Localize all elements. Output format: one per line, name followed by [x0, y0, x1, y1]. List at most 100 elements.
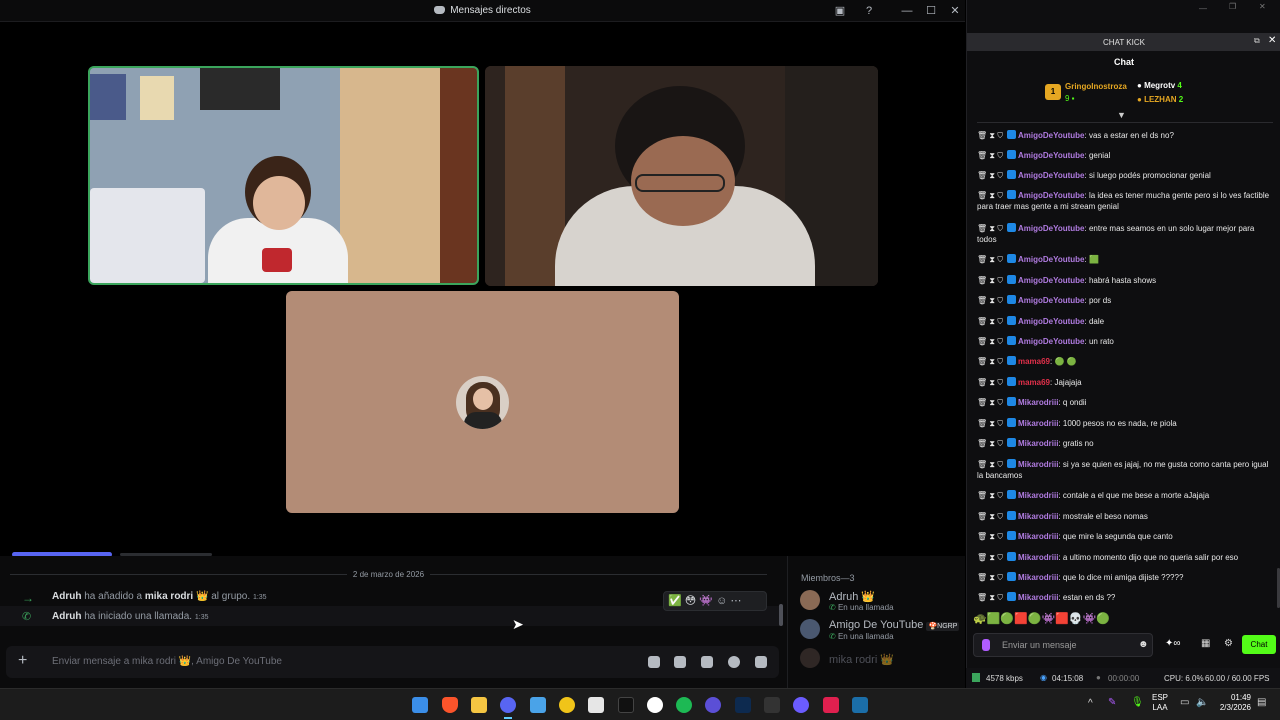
chat-username[interactable]: AmigoDeYoutube	[1018, 255, 1085, 264]
close-icon[interactable]: ✕	[1259, 2, 1266, 11]
photos-icon[interactable]	[530, 697, 546, 713]
chat-username[interactable]: mama69	[1018, 357, 1050, 366]
video-tile-adruh[interactable]	[88, 66, 479, 285]
clock[interactable]: 01:49 2/3/2026	[1215, 693, 1251, 713]
collapse-icon[interactable]: ▼	[1117, 110, 1126, 120]
close-button[interactable]: ✕	[947, 3, 963, 19]
kick-message-input[interactable]: Enviar un mensaje ☻	[973, 633, 1153, 657]
member-name-amigo[interactable]: Amigo De YouTube 🍄NGRP	[829, 619, 960, 631]
avatar[interactable]	[800, 648, 820, 668]
message-input-placeholder[interactable]: Enviar mensaje a mika rodri 👑, Amigo De …	[52, 656, 282, 667]
chat-username[interactable]: Mikarodriii	[1018, 593, 1058, 602]
leader-2-name[interactable]: Megrotv	[1144, 81, 1175, 90]
chat-username[interactable]: AmigoDeYoutube	[1018, 224, 1085, 233]
avatar[interactable]	[800, 619, 820, 639]
chat-send-button[interactable]: Chat	[1242, 635, 1276, 654]
chat-username[interactable]: Mikarodriii	[1018, 398, 1058, 407]
tray-chevron-icon[interactable]: ^	[1088, 698, 1093, 709]
app-yellow-icon[interactable]	[559, 697, 575, 713]
tiktok-icon[interactable]	[618, 697, 634, 713]
screen-share-icon[interactable]: ▣	[832, 3, 848, 19]
mic-icon[interactable]	[982, 639, 990, 651]
help-icon[interactable]: ?	[861, 3, 877, 19]
spotify-icon[interactable]	[676, 697, 692, 713]
network-icon[interactable]: ▭	[1180, 697, 1189, 708]
app-box-icon[interactable]	[764, 697, 780, 713]
chrome-icon[interactable]	[647, 697, 663, 713]
chat-username[interactable]: AmigoDeYoutube	[1018, 296, 1085, 305]
reaction-alien[interactable]: 👾	[699, 595, 713, 607]
obs-icon[interactable]	[705, 697, 721, 713]
tray-pen-icon[interactable]: ✎	[1108, 697, 1116, 708]
gif-icon[interactable]	[674, 656, 686, 668]
chat-username[interactable]: Mikarodriii	[1018, 439, 1058, 448]
attach-plus-icon[interactable]: +	[18, 652, 27, 670]
member-name[interactable]: mika rodri	[829, 654, 877, 666]
chat-username[interactable]: AmigoDeYoutube	[1018, 317, 1085, 326]
start-windows-icon[interactable]	[412, 697, 428, 713]
chat-username[interactable]: AmigoDeYoutube	[1018, 276, 1085, 285]
language-indicator[interactable]: ESP LAA	[1152, 693, 1168, 713]
chat-username[interactable]: Mikarodriii	[1018, 460, 1058, 469]
add-reaction-icon[interactable]: ☺	[716, 595, 727, 607]
message-box[interactable]: + Enviar mensaje a mika rodri 👑, Amigo D…	[6, 646, 779, 678]
capcut-icon[interactable]	[588, 697, 604, 713]
leader-3-name[interactable]: LEZHAN	[1144, 95, 1176, 104]
volume-icon[interactable]: 🔈	[1196, 697, 1208, 708]
member-name[interactable]: Adruh	[829, 591, 858, 603]
store-icon[interactable]: ▦	[1201, 638, 1210, 649]
chat-username[interactable]: AmigoDeYoutube	[1018, 171, 1085, 180]
member-name[interactable]: Amigo De YouTube	[829, 619, 923, 631]
minimize-button[interactable]: —	[899, 3, 915, 19]
minimize-icon[interactable]: —	[1199, 4, 1207, 13]
member-name-mika[interactable]: mika rodri 👑	[829, 653, 894, 666]
sticker-icon[interactable]	[701, 656, 713, 668]
restore-icon[interactable]: ❐	[1229, 2, 1236, 11]
emoji-icon[interactable]: ☻	[1138, 639, 1149, 650]
leader-2[interactable]: ● Megrotv 4	[1137, 81, 1182, 90]
reaction-check[interactable]: ✅	[668, 595, 682, 607]
chat-username[interactable]: AmigoDeYoutube	[1018, 151, 1085, 160]
chat-username[interactable]: mama69	[1018, 378, 1050, 387]
steam-icon[interactable]	[852, 697, 868, 713]
sys-target[interactable]: mika rodri	[145, 591, 193, 602]
settings-gear-icon[interactable]: ⚙	[1224, 638, 1233, 649]
chat-username[interactable]: Mikarodriii	[1018, 491, 1058, 500]
chat-username[interactable]: AmigoDeYoutube	[1018, 131, 1085, 140]
audio-tile-mika[interactable]	[286, 291, 679, 513]
sys-actor-2[interactable]: Adruh	[52, 611, 81, 622]
discord-icon[interactable]	[500, 697, 516, 713]
chat-scrollbar[interactable]	[779, 604, 783, 626]
file-explorer-icon[interactable]	[471, 697, 487, 713]
chat-username[interactable]: Mikarodriii	[1018, 573, 1058, 582]
infinity-icon[interactable]: ✦∞	[1165, 638, 1181, 649]
reaction-flushed[interactable]: 😳	[685, 595, 696, 607]
gift-icon[interactable]	[648, 656, 660, 668]
tiktok-live-icon[interactable]	[823, 697, 839, 713]
chat-username[interactable]: AmigoDeYoutube	[1018, 337, 1085, 346]
leader-1-name[interactable]: GringoInostroza	[1065, 82, 1127, 91]
avatar[interactable]	[800, 590, 820, 610]
chat-username[interactable]: Mikarodriii	[1018, 512, 1058, 521]
video-tile-amigo[interactable]	[485, 66, 878, 286]
member-name-adruh[interactable]: Adruh 👑	[829, 590, 875, 603]
maximize-button[interactable]: ☐	[923, 3, 939, 19]
emoji-icon[interactable]	[728, 656, 740, 668]
leader-3[interactable]: ● LEZHAN 2	[1137, 95, 1183, 104]
close-dock-icon[interactable]: ✕	[1268, 35, 1276, 46]
chat-username[interactable]: Mikarodriii	[1018, 532, 1058, 541]
apps-icon[interactable]	[755, 656, 767, 668]
app-purple-icon[interactable]	[793, 697, 809, 713]
chat-username[interactable]: AmigoDeYoutube	[1018, 191, 1085, 200]
tray-mic-icon[interactable]: 🎙	[1131, 697, 1144, 708]
undock-icon[interactable]: ⧉	[1254, 36, 1260, 46]
photoshop-icon[interactable]	[735, 697, 751, 713]
notification-icon[interactable]: ▤	[1257, 697, 1266, 708]
more-options-icon[interactable]: ⋯	[730, 595, 741, 607]
kick-input-placeholder[interactable]: Enviar un mensaje	[1002, 640, 1077, 650]
sys-actor[interactable]: Adruh	[52, 591, 81, 602]
emote-bar[interactable]: 🐢🟩🟢🟥🟢👾🟥💀👾🟢	[973, 612, 1143, 628]
chat-username[interactable]: Mikarodriii	[1018, 419, 1058, 428]
chat-username[interactable]: Mikarodriii	[1018, 553, 1058, 562]
brave-browser-icon[interactable]	[442, 697, 458, 713]
